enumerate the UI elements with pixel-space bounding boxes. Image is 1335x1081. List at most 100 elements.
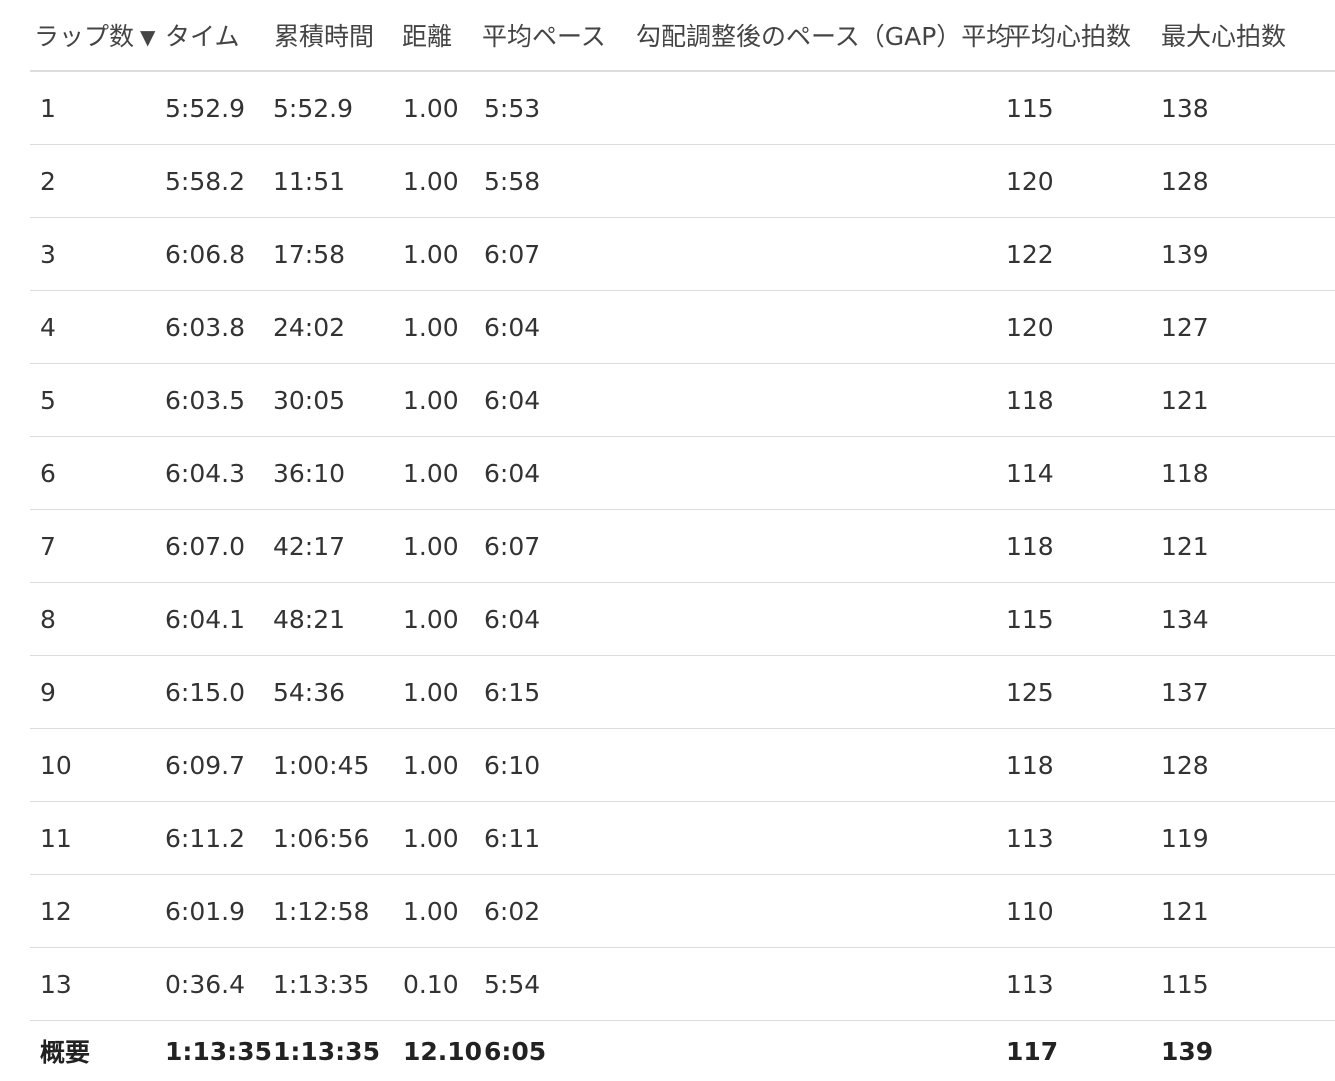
lap-time: 6:07.0 xyxy=(165,510,270,583)
lap-time: 0:36.4 xyxy=(165,948,270,1021)
lap-max-hr: 118 xyxy=(1153,437,1335,510)
column-header-time[interactable]: タイム xyxy=(165,0,270,71)
lap-max-hr: 115 xyxy=(1153,948,1335,1021)
lap-time: 5:52.9 xyxy=(165,71,270,145)
lap-number: 1 xyxy=(30,71,165,145)
lap-avg-hr: 118 xyxy=(998,510,1153,583)
lap-avg-hr: 114 xyxy=(998,437,1153,510)
table-row[interactable]: 25:58.211:511.005:58120128 xyxy=(30,145,1335,218)
lap-max-hr: 121 xyxy=(1153,875,1335,948)
lap-cumulative: 30:05 xyxy=(270,364,398,437)
laps-table-container: ラップ数▼ タイム 累積時間 距離 平均ペース 勾配調整後のペース（GAP）平均… xyxy=(30,0,1335,1081)
lap-number: 2 xyxy=(30,145,165,218)
lap-avg-pace: 6:04 xyxy=(478,583,628,656)
lap-distance: 1.00 xyxy=(398,656,478,729)
lap-avg-pace: 6:07 xyxy=(478,218,628,291)
lap-rows: 15:52.95:52.91.005:5311513825:58.211:511… xyxy=(30,71,1335,1021)
lap-distance: 1.00 xyxy=(398,875,478,948)
lap-number: 3 xyxy=(30,218,165,291)
column-header-gap-pace[interactable]: 勾配調整後のペース（GAP）平均 xyxy=(628,0,998,71)
lap-avg-pace: 5:58 xyxy=(478,145,628,218)
lap-avg-hr: 118 xyxy=(998,364,1153,437)
summary-avg-pace: 6:05 xyxy=(478,1021,628,1081)
lap-avg-hr: 118 xyxy=(998,729,1153,802)
lap-distance: 1.00 xyxy=(398,364,478,437)
lap-distance: 1.00 xyxy=(398,729,478,802)
lap-avg-pace: 6:04 xyxy=(478,364,628,437)
table-row[interactable]: 46:03.824:021.006:04120127 xyxy=(30,291,1335,364)
table-row[interactable]: 56:03.530:051.006:04118121 xyxy=(30,364,1335,437)
lap-avg-pace: 6:02 xyxy=(478,875,628,948)
lap-cumulative: 1:00:45 xyxy=(270,729,398,802)
table-row[interactable]: 106:09.71:00:451.006:10118128 xyxy=(30,729,1335,802)
lap-avg-hr: 122 xyxy=(998,218,1153,291)
lap-avg-pace: 6:15 xyxy=(478,656,628,729)
table-row[interactable]: 76:07.042:171.006:07118121 xyxy=(30,510,1335,583)
table-row[interactable]: 126:01.91:12:581.006:02 110121 xyxy=(30,875,1335,948)
lap-avg-pace: 5:53 xyxy=(478,71,628,145)
lap-time: 6:01.9 xyxy=(165,875,270,948)
table-row[interactable]: 36:06.817:581.006:07122139 xyxy=(30,218,1335,291)
lap-gap-pace xyxy=(628,291,998,364)
table-row[interactable]: 130:36.41:13:350.105:54113115 xyxy=(30,948,1335,1021)
summary-distance: 12.10 xyxy=(398,1021,478,1081)
lap-time: 6:09.7 xyxy=(165,729,270,802)
table-row[interactable]: 116:11.21:06:561.006:11113119 xyxy=(30,802,1335,875)
lap-distance: 1.00 xyxy=(398,218,478,291)
lap-distance: 1.00 xyxy=(398,510,478,583)
lap-distance: 1.00 xyxy=(398,437,478,510)
summary-max-hr: 139 xyxy=(1153,1021,1335,1081)
lap-avg-pace: 6:07 xyxy=(478,510,628,583)
lap-max-hr: 137 xyxy=(1153,656,1335,729)
summary-label: 概要 xyxy=(30,1021,165,1081)
lap-max-hr: 128 xyxy=(1153,145,1335,218)
lap-avg-pace: 6:11 xyxy=(478,802,628,875)
lap-number: 6 xyxy=(30,437,165,510)
lap-cumulative: 1:06:56 xyxy=(270,802,398,875)
lap-gap-pace xyxy=(628,71,998,145)
table-row[interactable]: 66:04.336:101.006:04114118 xyxy=(30,437,1335,510)
lap-max-hr: 127 xyxy=(1153,291,1335,364)
lap-number: 11 xyxy=(30,802,165,875)
lap-time: 6:03.5 xyxy=(165,364,270,437)
table-row[interactable]: 15:52.95:52.91.005:53115138 xyxy=(30,71,1335,145)
lap-time: 6:03.8 xyxy=(165,291,270,364)
lap-gap-pace xyxy=(628,364,998,437)
lap-cumulative: 5:52.9 xyxy=(270,71,398,145)
lap-number: 5 xyxy=(30,364,165,437)
column-header-cumulative[interactable]: 累積時間 xyxy=(270,0,398,71)
table-header-row: ラップ数▼ タイム 累積時間 距離 平均ペース 勾配調整後のペース（GAP）平均… xyxy=(30,0,1335,71)
table-row[interactable]: 96:15.054:361.006:15125137 xyxy=(30,656,1335,729)
lap-cumulative: 1:12:58 xyxy=(270,875,398,948)
column-header-distance[interactable]: 距離 xyxy=(398,0,478,71)
lap-number: 7 xyxy=(30,510,165,583)
column-header-avg-pace[interactable]: 平均ペース xyxy=(478,0,628,71)
lap-number: 12 xyxy=(30,875,165,948)
summary-cumulative: 1:13:35 xyxy=(270,1021,398,1081)
lap-avg-hr: 120 xyxy=(998,145,1153,218)
column-header-max-hr[interactable]: 最大心拍数 xyxy=(1153,0,1335,71)
lap-cumulative: 24:02 xyxy=(270,291,398,364)
summary-gap-pace xyxy=(628,1021,998,1081)
column-header-avg-hr[interactable]: 平均心拍数 xyxy=(998,0,1153,71)
lap-number: 13 xyxy=(30,948,165,1021)
lap-cumulative: 54:36 xyxy=(270,656,398,729)
column-header-distance-label: 距離 xyxy=(402,22,452,51)
lap-cumulative: 48:21 xyxy=(270,583,398,656)
lap-avg-pace: 6:04 xyxy=(478,291,628,364)
table-row[interactable]: 86:04.148:211.006:04115134 xyxy=(30,583,1335,656)
lap-avg-hr: 110 xyxy=(998,875,1153,948)
lap-max-hr: 128 xyxy=(1153,729,1335,802)
summary-avg-hr: 117 xyxy=(998,1021,1153,1081)
lap-distance: 1.00 xyxy=(398,583,478,656)
lap-gap-pace xyxy=(628,729,998,802)
lap-gap-pace xyxy=(628,510,998,583)
lap-gap-pace xyxy=(628,656,998,729)
lap-avg-pace: 5:54 xyxy=(478,948,628,1021)
lap-max-hr: 138 xyxy=(1153,71,1335,145)
column-header-max-hr-label: 最大心拍数 xyxy=(1161,22,1286,51)
sort-desc-icon: ▼ xyxy=(140,25,155,49)
lap-time: 6:06.8 xyxy=(165,218,270,291)
column-header-lap[interactable]: ラップ数▼ xyxy=(30,0,165,71)
lap-number: 9 xyxy=(30,656,165,729)
